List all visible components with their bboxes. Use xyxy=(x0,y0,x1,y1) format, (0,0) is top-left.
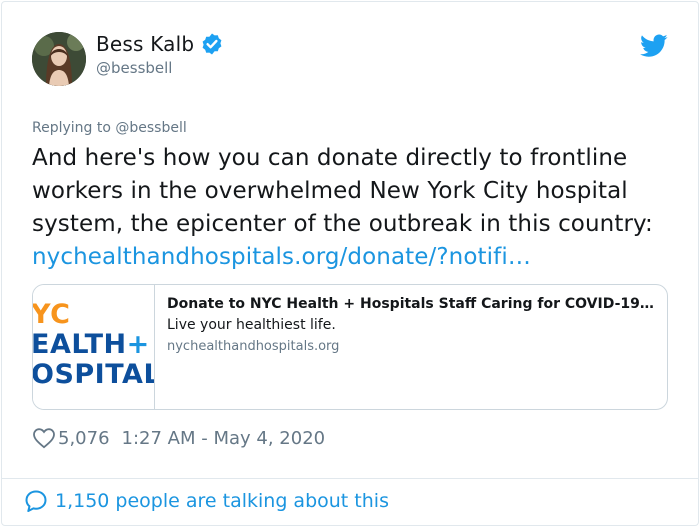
link-preview-card[interactable]: YC EALTH+ OSPITAL Donate to NYC Health +… xyxy=(32,284,668,410)
link-card-description: Live your healthiest life. xyxy=(167,317,336,333)
tweet-meta: 5,076 1:27 AM - May 4, 2020 xyxy=(32,427,325,449)
thumbnail-logo-line2-text: EALTH xyxy=(33,329,127,360)
author-name[interactable]: Bess Kalb xyxy=(96,32,224,56)
replying-to[interactable]: Replying to @bessbell xyxy=(32,120,187,136)
thumbnail-logo-line3: OSPITAL xyxy=(33,359,155,390)
conversation-link[interactable]: 1,150 people are talking about this xyxy=(24,489,389,513)
link-thumbnail[interactable]: YC EALTH+ OSPITAL xyxy=(33,285,155,409)
comment-bubble-icon xyxy=(24,489,48,513)
tweet-text: And here's how you can donate directly t… xyxy=(32,142,682,274)
link-card-domain: nychealthandhospitals.org xyxy=(167,339,340,354)
author-name-text[interactable]: Bess Kalb xyxy=(96,32,194,56)
like-count[interactable]: 5,076 xyxy=(58,428,110,449)
tweet-link[interactable]: nychealthandhospitals.org/donate/?notifi… xyxy=(32,244,531,270)
heart-icon[interactable] xyxy=(32,427,56,449)
link-card-body: Donate to NYC Health + Hospitals Staff C… xyxy=(155,285,667,409)
tweet-body: And here's how you can donate directly t… xyxy=(32,145,653,237)
conversation-text[interactable]: 1,150 people are talking about this xyxy=(55,490,389,512)
verified-badge-icon xyxy=(200,32,224,56)
link-card-title[interactable]: Donate to NYC Health + Hospitals Staff C… xyxy=(167,296,655,312)
thumbnail-logo-plus: + xyxy=(126,329,150,360)
tweet-timestamp[interactable]: 1:27 AM - May 4, 2020 xyxy=(122,428,326,449)
thumbnail-logo-line1: YC xyxy=(33,299,71,330)
author-handle[interactable]: @bessbell xyxy=(96,59,172,77)
thumbnail-logo-line2: EALTH+ xyxy=(33,329,150,360)
avatar[interactable] xyxy=(32,32,86,86)
divider xyxy=(1,478,699,479)
twitter-bird-icon[interactable] xyxy=(640,34,668,58)
